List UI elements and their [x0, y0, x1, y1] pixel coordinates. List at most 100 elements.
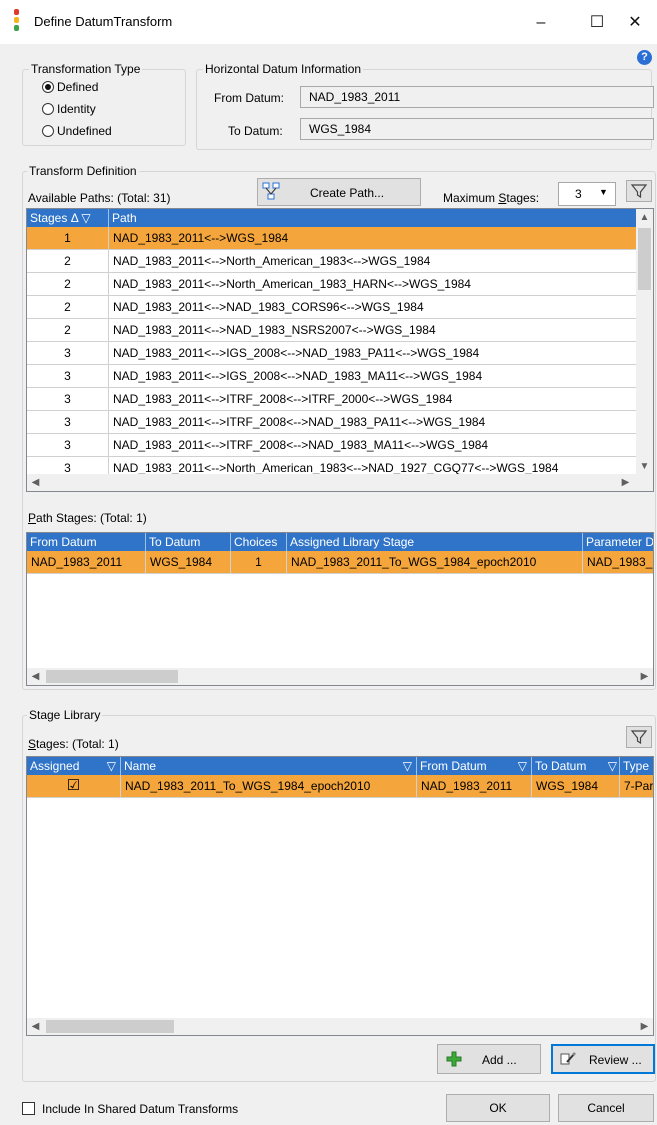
add-button[interactable]: Add ... [437, 1044, 541, 1074]
scroll-thumb[interactable] [46, 670, 178, 683]
to-datum-field[interactable]: WGS_1984 [300, 118, 654, 140]
paths-grid-header: Stages Δ ▽ Path [27, 209, 636, 227]
include-shared-checkbox[interactable] [22, 1102, 35, 1115]
cell-assigned[interactable]: ☑ [27, 775, 121, 797]
radio-indicator[interactable] [42, 81, 54, 93]
path-row[interactable]: 3 NAD_1983_2011<-->IGS_2008<-->NAD_1983_M… [27, 365, 636, 388]
path-row[interactable]: 3 NAD_1983_2011<-->IGS_2008<-->NAD_1983_P… [27, 342, 636, 365]
path-row[interactable]: 2 NAD_1983_2011<-->North_American_1983_HA… [27, 273, 636, 296]
radio-identity[interactable]: Identity [42, 102, 96, 116]
filter-icon [630, 184, 648, 199]
path-stages-header: From Datum To Datum Choices Assigned Lib… [27, 533, 653, 551]
column-header-to-datum[interactable]: To Datum ▽ [532, 757, 620, 775]
from-datum-field[interactable]: NAD_1983_2011 [300, 86, 654, 108]
cell-parameter: NAD_1983_ [587, 555, 653, 569]
scroll-right-icon[interactable]: ▶ [617, 474, 634, 491]
library-stage-row[interactable]: ☑ NAD_1983_2011_To_WGS_1984_epoch2010 NA… [27, 775, 653, 798]
cell-stages: 3 [27, 342, 109, 364]
path-row[interactable]: 3 NAD_1983_2011<-->ITRF_2008<-->ITRF_2000… [27, 388, 636, 411]
checkbox-checked-icon[interactable]: ☑ [67, 777, 80, 794]
column-header-type[interactable]: Type [620, 757, 653, 775]
chevron-down-icon[interactable]: ▼ [599, 187, 608, 197]
transform-definition-label: Transform Definition [27, 164, 139, 178]
path-row[interactable]: 2 NAD_1983_2011<-->North_American_1983<--… [27, 250, 636, 273]
scroll-left-icon[interactable]: ◀ [27, 1018, 44, 1035]
scroll-right-icon[interactable]: ▶ [636, 1018, 653, 1035]
review-button-label: Review ... [589, 1053, 642, 1067]
create-path-icon [262, 182, 280, 200]
cell-to-datum: WGS_1984 [532, 775, 620, 797]
cell-type: 7-Para [624, 779, 654, 793]
path-row[interactable]: 3 NAD_1983_2011<-->ITRF_2008<-->NAD_1983_… [27, 434, 636, 457]
add-icon [446, 1051, 462, 1067]
stages-filter-button[interactable] [626, 726, 652, 748]
path-row[interactable]: 2 NAD_1983_2011<-->NAD_1983_CORS96<-->WGS… [27, 296, 636, 319]
column-header-path[interactable]: Path [109, 209, 637, 227]
scroll-thumb[interactable] [46, 1020, 174, 1033]
scroll-down-icon[interactable]: ▼ [636, 458, 653, 475]
cell-choices: 1 [231, 551, 287, 573]
column-header-to-datum[interactable]: To Datum [146, 533, 231, 551]
paths-vertical-scrollbar[interactable]: ▲ ▼ [636, 209, 653, 475]
radio-undefined[interactable]: Undefined [42, 124, 112, 138]
from-datum-label: From Datum: [214, 91, 285, 105]
stage-library-horizontal-scrollbar[interactable]: ◀ ▶ [27, 1018, 653, 1035]
cell-path: NAD_1983_2011<-->IGS_2008<-->NAD_1983_PA… [113, 346, 480, 360]
radio-indicator[interactable] [42, 125, 54, 137]
cell-path: NAD_1983_2011<-->ITRF_2008<-->ITRF_2000<… [113, 392, 453, 406]
path-stages-grid[interactable]: From Datum To Datum Choices Assigned Lib… [26, 532, 654, 686]
cell-path: NAD_1983_2011<-->NAD_1983_CORS96<-->WGS_… [113, 300, 424, 314]
cancel-button[interactable]: Cancel [558, 1094, 654, 1122]
minimize-button[interactable]: – [519, 8, 563, 38]
scroll-thumb[interactable] [638, 228, 651, 290]
stage-library-grid[interactable]: Assigned ▽ Name ▽ From Datum ▽ To Datum ▽ T… [26, 756, 654, 1036]
cell-stages: 3 [27, 365, 109, 387]
include-shared-label: Include In Shared Datum Transforms [42, 1102, 239, 1116]
close-button[interactable]: ✕ [613, 8, 657, 38]
path-stages-horizontal-scrollbar[interactable]: ◀ ▶ [27, 668, 653, 685]
scroll-up-icon[interactable]: ▲ [636, 209, 653, 226]
column-header-name[interactable]: Name ▽ [121, 757, 417, 775]
app-icon [14, 9, 20, 31]
add-button-label: Add ... [482, 1053, 517, 1067]
horizontal-datum-label: Horizontal Datum Information [203, 62, 364, 76]
cell-stages: 1 [27, 227, 109, 249]
to-datum-label: To Datum: [228, 124, 283, 138]
window-title: Define DatumTransform [34, 14, 173, 29]
column-header-choices[interactable]: Choices [231, 533, 287, 551]
available-paths-grid[interactable]: Stages Δ ▽ Path 1 NAD_1983_2011<-->WGS_19… [26, 208, 654, 492]
review-icon [559, 1050, 577, 1068]
paths-filter-button[interactable] [626, 180, 652, 202]
path-stages-label: Path Stages: (Total: 1) [28, 511, 147, 525]
scroll-left-icon[interactable]: ◀ [27, 474, 44, 491]
scroll-right-icon[interactable]: ▶ [636, 668, 653, 685]
radio-indicator[interactable] [42, 103, 54, 115]
cell-from-datum: NAD_1983_2011 [27, 551, 146, 573]
radio-label: Identity [57, 102, 96, 116]
column-header-from-datum[interactable]: From Datum ▽ [417, 757, 532, 775]
cell-path: NAD_1983_2011<-->IGS_2008<-->NAD_1983_MA… [113, 369, 483, 383]
cell-stages: 2 [27, 273, 109, 295]
scroll-left-icon[interactable]: ◀ [27, 668, 44, 685]
path-row[interactable]: 1 NAD_1983_2011<-->WGS_1984 [27, 227, 636, 250]
cell-name: NAD_1983_2011_To_WGS_1984_epoch2010 [121, 775, 417, 797]
max-stages-label: Maximum Stages: [443, 191, 540, 205]
cell-path: NAD_1983_2011<-->ITRF_2008<-->NAD_1983_P… [113, 415, 486, 429]
column-header-parameter[interactable]: Parameter D [583, 533, 653, 551]
create-path-button[interactable]: Create Path... [257, 178, 421, 206]
review-button[interactable]: Review ... [551, 1044, 655, 1074]
paths-horizontal-scrollbar[interactable]: ◀ ▶ [27, 474, 653, 491]
column-header-assigned[interactable]: Assigned ▽ [27, 757, 121, 775]
cell-stages: 3 [27, 388, 109, 410]
column-header-stages[interactable]: Stages Δ ▽ [27, 209, 109, 227]
cell-stages: 3 [27, 411, 109, 433]
path-row[interactable]: 2 NAD_1983_2011<-->NAD_1983_NSRS2007<-->W… [27, 319, 636, 342]
cell-path: NAD_1983_2011<-->North_American_1983_HAR… [113, 277, 471, 291]
path-row[interactable]: 3 NAD_1983_2011<-->ITRF_2008<-->NAD_1983_… [27, 411, 636, 434]
radio-defined[interactable]: Defined [42, 80, 98, 94]
max-stages-select[interactable]: 3 ▼ [558, 182, 616, 206]
column-header-from-datum[interactable]: From Datum [27, 533, 146, 551]
path-stage-row[interactable]: NAD_1983_2011 WGS_1984 1 NAD_1983_2011_T… [27, 551, 653, 574]
column-header-assigned-library-stage[interactable]: Assigned Library Stage [287, 533, 583, 551]
ok-button[interactable]: OK [446, 1094, 550, 1122]
